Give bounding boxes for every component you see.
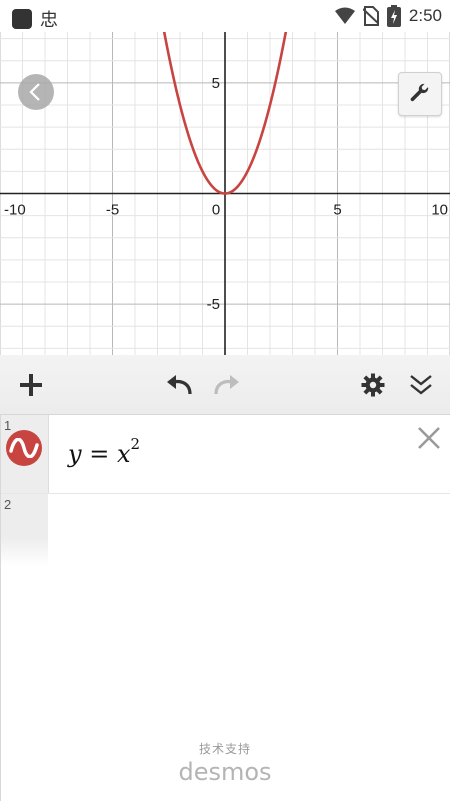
expression-lhs: y	[68, 440, 82, 468]
expression-row[interactable]: 1 y = x2	[0, 415, 450, 494]
wifi-icon	[334, 7, 355, 24]
graph-settings-button[interactable]	[398, 72, 442, 116]
empty-expression-row[interactable]: 2	[0, 494, 450, 566]
gear-icon	[361, 373, 385, 397]
expression-rhs: x	[116, 440, 131, 468]
double-chevron-down-icon	[410, 375, 432, 395]
expression-index: 2	[4, 497, 12, 512]
graph-paper[interactable]: -10 -5 0 5 10 5 -5	[0, 32, 450, 355]
no-sim-icon	[362, 6, 379, 26]
notification-app-glyph: 忠	[40, 10, 58, 31]
chevron-left-icon	[29, 83, 40, 101]
powered-by-label: 技术支持	[198, 742, 251, 756]
expression-exponent: 2	[130, 435, 141, 453]
expression-toolbar	[0, 355, 450, 415]
plus-icon	[20, 374, 42, 396]
color-toggle-button[interactable]	[6, 430, 42, 466]
wrench-icon	[410, 83, 429, 102]
expression-index: 1	[4, 418, 12, 433]
delete-expression-icon[interactable]	[416, 425, 442, 451]
status-right: 2:50	[334, 5, 442, 27]
undo-button[interactable]	[162, 368, 196, 402]
status-left: 忠	[12, 6, 58, 32]
expression-math[interactable]: y = x2	[68, 435, 140, 468]
status-bar: 忠 2:50	[0, 0, 450, 32]
redo-button[interactable]	[210, 368, 244, 402]
undo-icon	[167, 375, 192, 395]
expression-gutter: 2	[0, 494, 48, 566]
clock: 2:50	[408, 6, 442, 25]
add-item-button[interactable]	[14, 368, 48, 402]
graph-canvas[interactable]: -10 -5 0 5 10 5 -5	[0, 32, 450, 355]
redo-icon	[214, 375, 239, 395]
x-tick-label: 10	[431, 202, 448, 219]
desmos-logo: desmos	[178, 758, 272, 786]
notification-app-icon	[12, 9, 32, 29]
y-tick-label: 5	[212, 75, 220, 92]
collapse-list-button[interactable]	[404, 368, 438, 402]
wave-icon	[9, 438, 39, 458]
powered-by-footer: 技术支持 desmos	[0, 740, 450, 786]
expression-gutter: 1	[0, 415, 49, 493]
x-tick-label: -5	[106, 202, 119, 219]
y-tick-label: -5	[207, 296, 220, 313]
x-tick-label: -10	[4, 202, 26, 219]
expression-equals: =	[89, 440, 110, 468]
battery-charging-icon	[386, 5, 401, 27]
x-tick-label: 5	[333, 202, 341, 219]
x-tick-label: 0	[212, 202, 220, 219]
back-button[interactable]	[18, 74, 54, 110]
settings-button[interactable]	[356, 368, 390, 402]
